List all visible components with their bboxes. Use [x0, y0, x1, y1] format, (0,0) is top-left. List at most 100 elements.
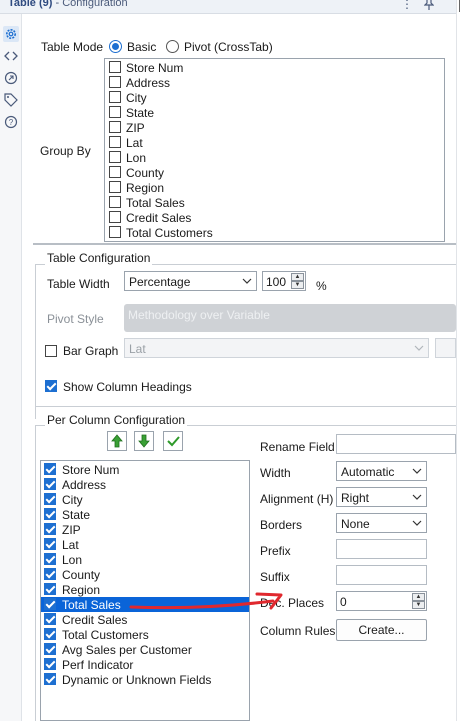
column-checkbox[interactable]: [44, 673, 56, 685]
borders-select[interactable]: None: [336, 513, 427, 533]
list-item[interactable]: Total Customers: [105, 225, 444, 240]
group-by-checkbox[interactable]: [109, 106, 121, 118]
help-icon[interactable]: ?: [3, 114, 19, 130]
column-checkbox[interactable]: [44, 643, 56, 655]
column-list-item[interactable]: ZIP: [41, 522, 249, 537]
column-checkbox[interactable]: [44, 478, 56, 490]
group-by-item-label: ZIP: [126, 121, 145, 135]
width-select[interactable]: Automatic: [336, 461, 427, 481]
column-list-item[interactable]: Lon: [41, 552, 249, 567]
list-item[interactable]: Total Sales: [105, 195, 444, 210]
spin-up-icon[interactable]: ▲: [291, 273, 304, 281]
checkmark-icon: [167, 436, 180, 447]
create-rule-button[interactable]: Create...: [336, 619, 427, 641]
column-list-item[interactable]: City: [41, 492, 249, 507]
column-list-item[interactable]: Dynamic or Unknown Fields: [41, 672, 249, 687]
spin-down-icon[interactable]: ▼: [291, 281, 304, 289]
column-checkbox[interactable]: [44, 463, 56, 475]
alignment-select[interactable]: Right: [336, 487, 427, 507]
code-icon[interactable]: [3, 48, 19, 64]
group-by-checkbox[interactable]: [109, 76, 121, 88]
right-edge: [456, 0, 466, 721]
rename-field-input[interactable]: [336, 434, 456, 454]
move-down-button[interactable]: [134, 431, 154, 451]
per-column-border: [35, 425, 36, 721]
group-by-item-label: Credit Sales: [126, 211, 192, 225]
group-by-item-label: State: [126, 106, 155, 120]
group-by-checkbox[interactable]: [109, 181, 121, 193]
column-checkbox[interactable]: [44, 553, 56, 565]
list-item[interactable]: ZIP: [105, 120, 444, 135]
group-by-checkbox[interactable]: [109, 61, 121, 73]
column-item-label: Lon: [62, 553, 83, 567]
list-item[interactable]: Address: [105, 75, 444, 90]
show-headings-checkbox[interactable]: [45, 380, 57, 392]
column-list-item[interactable]: Avg Sales per Customer: [41, 642, 249, 657]
column-checkbox[interactable]: [44, 538, 56, 550]
group-by-list[interactable]: Store Num Address City State ZIP Lat Lon County…: [104, 58, 445, 242]
list-item[interactable]: Credit Sales: [105, 210, 444, 225]
suffix-input[interactable]: [336, 565, 427, 585]
group-by-checkbox[interactable]: [109, 211, 121, 223]
column-checkbox[interactable]: [44, 598, 56, 610]
table-width-value[interactable]: 100 ▲ ▼: [262, 271, 306, 291]
list-item[interactable]: County: [105, 165, 444, 180]
column-checkbox[interactable]: [44, 523, 56, 535]
column-checkbox[interactable]: [44, 508, 56, 520]
spin-down-icon[interactable]: ▼: [412, 601, 425, 609]
list-item[interactable]: City: [105, 90, 444, 105]
column-list-item[interactable]: Store Num: [41, 462, 249, 477]
group-by-checkbox[interactable]: [109, 226, 121, 238]
move-up-button[interactable]: [107, 431, 127, 451]
show-headings-label: Show Column Headings: [63, 380, 192, 394]
pivot-style-select: Methodology over Variable: [124, 304, 456, 332]
column-checkbox[interactable]: [44, 658, 56, 670]
list-item[interactable]: Lon: [105, 150, 444, 165]
group-by-checkbox[interactable]: [109, 136, 121, 148]
link-icon[interactable]: [3, 70, 19, 86]
column-list-item[interactable]: Perf Indicator: [41, 657, 249, 672]
group-by-checkbox[interactable]: [109, 151, 121, 163]
column-list-item[interactable]: Address: [41, 477, 249, 492]
column-item-label: Dynamic or Unknown Fields: [62, 673, 212, 687]
column-item-label: Perf Indicator: [62, 658, 134, 672]
check-all-button[interactable]: [163, 431, 183, 451]
table-width-unit: %: [316, 279, 327, 293]
pin-icon[interactable]: [423, 0, 435, 14]
table-width-select[interactable]: Percentage: [124, 271, 257, 291]
radio-pivot-label: Pivot (CrossTab): [184, 40, 273, 54]
group-by-checkbox[interactable]: [109, 121, 121, 133]
group-by-checkbox[interactable]: [109, 196, 121, 208]
list-item[interactable]: Lat: [105, 135, 444, 150]
radio-basic[interactable]: [109, 40, 122, 53]
column-list-item[interactable]: Total Customers: [41, 627, 249, 642]
column-checkbox[interactable]: [44, 628, 56, 640]
bar-graph-checkbox[interactable]: [45, 345, 57, 357]
column-checkbox[interactable]: [44, 493, 56, 505]
group-by-checkbox[interactable]: [109, 91, 121, 103]
group-by-item-label: Total Sales: [126, 196, 185, 210]
column-list-item[interactable]: Lat: [41, 537, 249, 552]
column-checkbox[interactable]: [44, 568, 56, 580]
group-by-item-label: County: [126, 166, 165, 180]
chevron-down-icon: [412, 468, 422, 474]
list-item[interactable]: Region: [105, 180, 444, 195]
list-item[interactable]: Store Num: [105, 60, 444, 75]
dec-places-input[interactable]: 0 ▲ ▼: [336, 591, 427, 611]
group-by-item-label: Address: [126, 76, 171, 90]
svg-text:?: ?: [9, 118, 14, 127]
prefix-label: Prefix: [260, 544, 291, 558]
column-checkbox[interactable]: [44, 583, 56, 595]
column-list-item[interactable]: State: [41, 507, 249, 522]
bar-graph-label: Bar Graph: [63, 344, 119, 358]
radio-pivot[interactable]: [166, 40, 179, 53]
column-checkbox[interactable]: [44, 613, 56, 625]
tag-icon[interactable]: [3, 92, 19, 108]
group-by-checkbox[interactable]: [109, 166, 121, 178]
group-by-item-label: Total Customers: [126, 226, 213, 240]
gear-icon[interactable]: [3, 26, 19, 42]
list-item[interactable]: State: [105, 105, 444, 120]
more-vertical-icon[interactable]: ⋮: [401, 0, 413, 11]
prefix-input[interactable]: [336, 539, 427, 559]
spin-up-icon[interactable]: ▲: [412, 593, 425, 601]
